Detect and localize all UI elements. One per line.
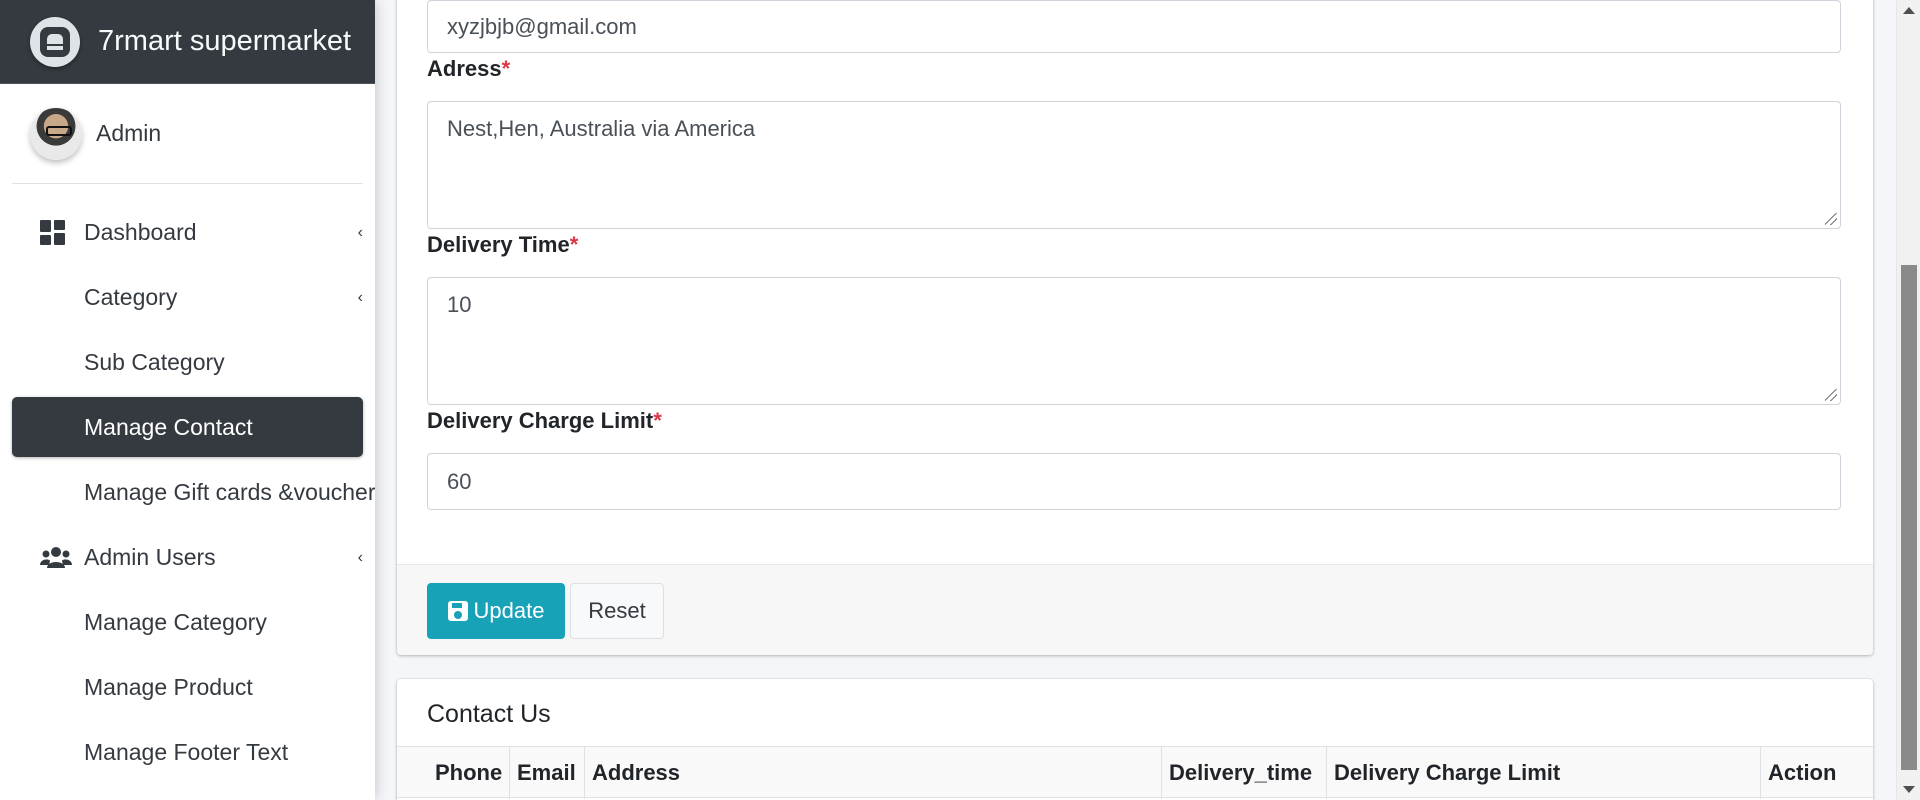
sidebar-item-label: Manage Footer Text xyxy=(84,738,289,765)
scrollbar-thumb[interactable] xyxy=(1901,265,1917,770)
card-title: Contact Us xyxy=(427,700,551,728)
column-header-phone: Phone xyxy=(397,747,510,799)
delivery-charge-input[interactable]: 60 xyxy=(427,453,1841,510)
update-button[interactable]: Update xyxy=(427,583,565,639)
column-header-address: Address xyxy=(585,747,1162,799)
address-label: Adress* xyxy=(427,56,510,82)
sidebar-item-manage-footer-text[interactable]: Manage Footer Text xyxy=(12,722,363,782)
save-icon xyxy=(447,601,468,621)
delivery-time-textarea[interactable]: 10 xyxy=(427,277,1841,405)
scroll-up-icon[interactable] xyxy=(1903,7,1915,14)
update-button-label: Update xyxy=(473,598,545,623)
dashboard-grid-icon xyxy=(40,220,68,245)
delivery-charge-value: 60 xyxy=(447,468,472,494)
sidebar-item-label: Category xyxy=(84,283,178,310)
contact-edit-card: xyzjbjb@gmail.com Adress* Nest,Hen, Aust… xyxy=(397,0,1873,655)
sidebar-item-gift-cards[interactable]: Manage Gift cards &voucher xyxy=(12,462,375,522)
column-header-email: Email xyxy=(510,747,585,799)
brand-logo-icon xyxy=(30,16,80,67)
sidebar-item-manage-category[interactable]: Manage Category xyxy=(12,592,363,652)
address-label-text: Adress xyxy=(427,56,502,81)
table-header-row: Phone Email Address Delivery_time Delive… xyxy=(397,746,1873,799)
required-mark: * xyxy=(569,232,579,257)
sidebar-item-label: Manage Category xyxy=(84,608,267,635)
sidebar-item-admin-users[interactable]: Admin Users ‹ xyxy=(12,527,363,587)
sidebar-item-manage-product[interactable]: Manage Product xyxy=(12,657,363,717)
form-footer: Update Reset xyxy=(397,564,1873,655)
sidebar-item-label: Manage Contact xyxy=(84,413,253,440)
user-name[interactable]: Admin xyxy=(96,120,161,147)
column-header-delivery-time: Delivery_time xyxy=(1162,747,1327,799)
avatar xyxy=(30,107,82,160)
email-value: xyzjbjb@gmail.com xyxy=(447,13,637,39)
user-panel[interactable]: Admin xyxy=(12,84,363,184)
address-textarea[interactable]: Nest,Hen, Australia via America xyxy=(427,101,1841,229)
sidebar-item-category[interactable]: Category ‹ xyxy=(12,267,363,327)
contact-us-card: Contact Us Phone Email Address Delivery_… xyxy=(397,679,1873,800)
sidebar-item-manage-contact[interactable]: Manage Contact xyxy=(12,397,363,457)
brand-name: 7rmart supermarket xyxy=(98,25,352,57)
main-content: xyzjbjb@gmail.com Adress* Nest,Hen, Aust… xyxy=(397,0,1873,800)
reset-button-label: Reset xyxy=(588,598,646,623)
sidebar: 7rmart supermarket Admin Dashboard ‹ Cat… xyxy=(0,0,375,800)
page-scrollbar[interactable] xyxy=(1896,0,1920,800)
required-mark: * xyxy=(653,408,662,433)
sidebar-item-dashboard[interactable]: Dashboard ‹ xyxy=(12,202,363,262)
address-value: Nest,Hen, Australia via America xyxy=(447,116,756,141)
required-mark: * xyxy=(501,56,511,81)
email-field[interactable]: xyzjbjb@gmail.com xyxy=(427,0,1841,53)
sidebar-nav: Dashboard ‹ Category ‹ Sub Category Mana… xyxy=(0,202,375,782)
delivery-time-value: 10 xyxy=(447,292,472,317)
resize-handle-icon[interactable] xyxy=(1825,213,1837,225)
delivery-time-label-text: Delivery Time xyxy=(427,232,570,257)
sidebar-item-label: Manage Product xyxy=(84,673,253,700)
column-header-delivery-charge-limit: Delivery Charge Limit xyxy=(1327,747,1761,799)
sidebar-item-label: Admin Users xyxy=(84,543,216,570)
sidebar-item-sub-category[interactable]: Sub Category xyxy=(12,332,363,392)
sidebar-item-label: Sub Category xyxy=(84,348,225,375)
chevron-left-icon: ‹ xyxy=(357,224,363,241)
chevron-left-icon: ‹ xyxy=(357,289,363,306)
sidebar-item-label: Dashboard xyxy=(84,218,197,245)
reset-button[interactable]: Reset xyxy=(570,583,664,639)
delivery-time-label: Delivery Time* xyxy=(427,232,578,258)
resize-handle-icon[interactable] xyxy=(1825,389,1837,401)
users-icon xyxy=(40,545,72,569)
delivery-charge-label: Delivery Charge Limit* xyxy=(427,408,662,434)
sidebar-item-label: Manage Gift cards &voucher xyxy=(84,478,375,505)
column-header-action: Action xyxy=(1768,760,1837,785)
scroll-down-icon[interactable] xyxy=(1903,786,1915,793)
chevron-left-icon: ‹ xyxy=(357,549,363,566)
delivery-charge-label-text: Delivery Charge Limit xyxy=(427,408,654,433)
brand-link[interactable]: 7rmart supermarket xyxy=(0,0,375,84)
